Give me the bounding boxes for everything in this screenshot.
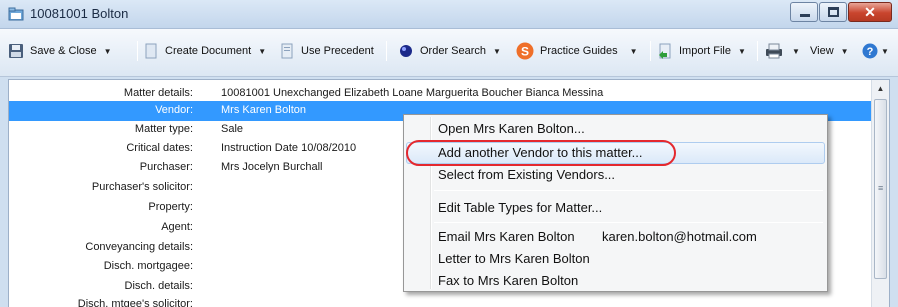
close-icon: ✕	[864, 4, 876, 20]
import-file-label: Import File	[679, 45, 731, 57]
print-button[interactable]: ▼	[764, 40, 800, 62]
chevron-down-icon[interactable]: ▼	[881, 47, 889, 56]
matter-folder-icon	[8, 7, 24, 21]
maximize-icon	[828, 7, 839, 17]
menu-item-select-existing[interactable]: Select from Existing Vendors...	[406, 164, 825, 186]
row-value: Mrs Karen Bolton	[221, 104, 306, 116]
toolbar: Save & Close ▼ Create Document ▼ Use Pre…	[0, 29, 898, 77]
document-icon	[143, 43, 159, 59]
menu-item-label: Email Mrs Karen Bolton	[438, 229, 575, 244]
menu-item-email-vendor[interactable]: Email Mrs Karen Bolton karen.bolton@hotm…	[406, 226, 825, 248]
view-label: View	[810, 45, 834, 57]
save-close-label: Save & Close	[30, 45, 97, 57]
use-precedent-button[interactable]: Use Precedent	[279, 40, 374, 62]
view-menu-button[interactable]: View ▼	[810, 40, 849, 62]
app-window: 10081001 Bolton ✕ Save & Close ▼ Create …	[0, 0, 898, 307]
row-label: Matter type:	[134, 123, 193, 135]
chevron-down-icon[interactable]: ▼	[630, 47, 638, 56]
import-file-icon	[657, 43, 673, 59]
save-close-button[interactable]: Save & Close ▼	[8, 40, 112, 62]
window-title: 10081001 Bolton	[30, 6, 129, 21]
precedent-icon	[279, 43, 295, 59]
menu-item-label: Letter to Mrs Karen Bolton	[438, 251, 590, 266]
chevron-down-icon[interactable]: ▼	[738, 47, 746, 56]
window-controls: ✕	[789, 2, 892, 22]
detail-row-disch-mtgee-solicitor[interactable]: Disch. mtgee's solicitor:	[9, 295, 871, 307]
row-label: Conveyancing details:	[85, 241, 193, 253]
svg-text:?: ?	[867, 46, 874, 58]
practice-guides-logo-icon: S	[516, 42, 534, 60]
context-menu: Open Mrs Karen Bolton... Add another Ven…	[403, 114, 828, 292]
row-label: Critical dates:	[126, 142, 193, 154]
create-document-label: Create Document	[165, 45, 252, 57]
menu-item-edit-table-types[interactable]: Edit Table Types for Matter...	[406, 197, 825, 219]
close-button[interactable]: ✕	[848, 2, 892, 22]
grip-icon: ≡	[878, 183, 884, 193]
menu-item-label: Fax to Mrs Karen Bolton	[438, 273, 579, 288]
minimize-icon	[800, 14, 810, 17]
toolbar-separator	[386, 41, 387, 61]
toolbar-separator	[137, 41, 138, 61]
scroll-up-icon[interactable]: ▲	[872, 80, 889, 98]
svg-text:S: S	[521, 45, 529, 59]
row-label: Disch. details:	[124, 280, 193, 292]
practice-guides-label: Practice Guides	[540, 45, 618, 57]
menu-item-open-vendor[interactable]: Open Mrs Karen Bolton...	[406, 118, 825, 140]
order-search-label: Order Search	[420, 45, 487, 57]
toolbar-separator	[757, 41, 758, 61]
import-file-button[interactable]: Import File ▼	[657, 40, 746, 62]
chevron-down-icon[interactable]: ▼	[792, 47, 800, 56]
create-document-button[interactable]: Create Document ▼	[143, 40, 266, 62]
row-value: 10081001 Unexchanged Elizabeth Loane Mar…	[221, 87, 604, 99]
save-icon	[8, 43, 24, 59]
maximize-button[interactable]	[819, 2, 847, 22]
practice-guides-button[interactable]: S Practice Guides ▼	[516, 40, 638, 62]
use-precedent-label: Use Precedent	[301, 45, 374, 57]
row-value: Mrs Jocelyn Burchall	[221, 161, 323, 173]
title-bar[interactable]: 10081001 Bolton ✕	[0, 0, 898, 29]
search-globe-icon	[398, 43, 414, 59]
menu-item-fax-vendor[interactable]: Fax to Mrs Karen Bolton	[406, 270, 825, 292]
row-label: Vendor:	[155, 104, 193, 116]
row-label: Purchaser:	[139, 161, 193, 173]
chevron-down-icon[interactable]: ▼	[841, 47, 849, 56]
row-label: Disch. mtgee's solicitor:	[77, 298, 193, 307]
vertical-scrollbar[interactable]: ▲ ≡	[871, 80, 889, 307]
menu-item-letter-vendor[interactable]: Letter to Mrs Karen Bolton	[406, 248, 825, 270]
menu-item-label: Select from Existing Vendors...	[438, 167, 616, 182]
toolbar-separator	[650, 41, 651, 61]
scrollbar-thumb[interactable]: ≡	[874, 99, 887, 279]
menu-item-label: Open Mrs Karen Bolton...	[438, 121, 585, 136]
menu-separator	[434, 222, 823, 223]
email-address: karen.bolton@hotmail.com	[602, 229, 757, 244]
row-value: Instruction Date 10/08/2010	[221, 142, 357, 154]
row-label: Disch. mortgagee:	[103, 260, 193, 272]
row-label: Property:	[148, 201, 193, 213]
row-label: Purchaser's solicitor:	[91, 181, 193, 193]
chevron-down-icon[interactable]: ▼	[493, 47, 501, 56]
menu-item-add-vendor[interactable]: Add another Vendor to this matter...	[406, 140, 825, 166]
chevron-down-icon[interactable]: ▼	[104, 47, 112, 56]
printer-icon	[764, 43, 784, 59]
help-button[interactable]: ? ▼	[862, 40, 889, 62]
minimize-button[interactable]	[790, 2, 818, 22]
menu-separator	[434, 190, 823, 191]
row-label: Agent:	[161, 221, 193, 233]
row-label: Matter details:	[123, 87, 193, 99]
menu-item-label: Edit Table Types for Matter...	[438, 200, 603, 215]
row-value: Sale	[221, 123, 244, 135]
chevron-down-icon[interactable]: ▼	[258, 47, 266, 56]
help-icon: ?	[862, 43, 878, 59]
highlight-ring-annotation	[406, 140, 676, 166]
order-search-button[interactable]: Order Search ▼	[398, 40, 501, 62]
